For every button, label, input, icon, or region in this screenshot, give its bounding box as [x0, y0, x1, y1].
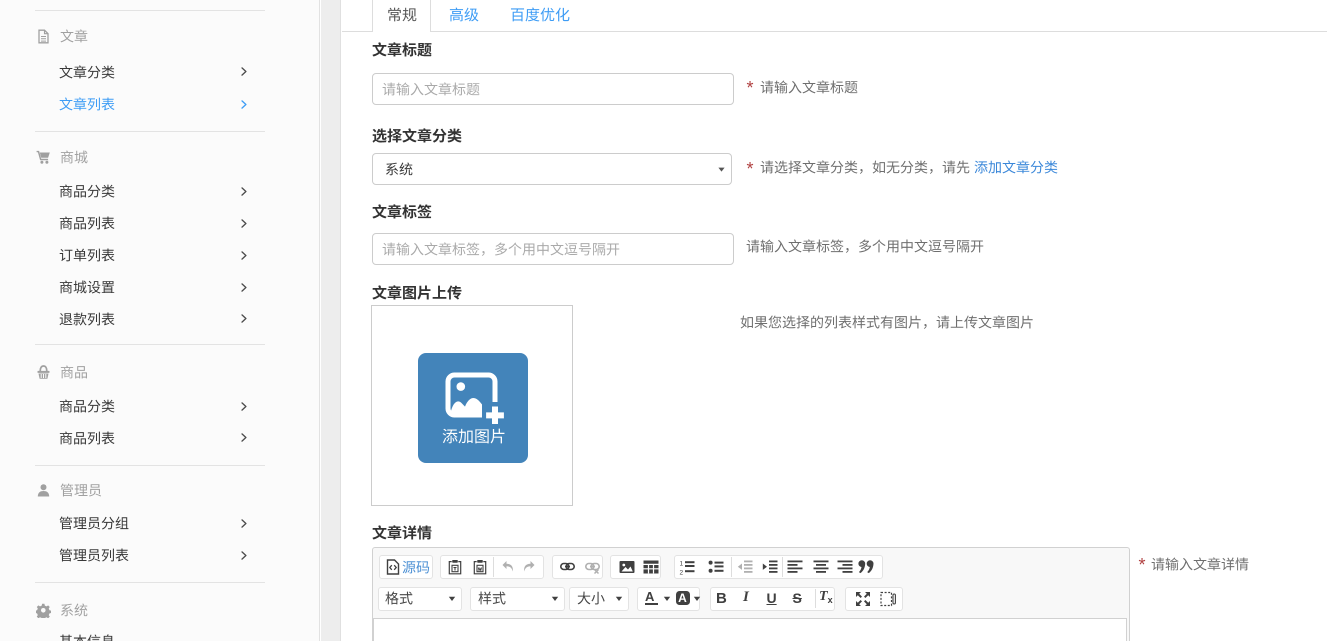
svg-text:2: 2: [680, 570, 684, 576]
svg-text:1: 1: [680, 561, 684, 568]
